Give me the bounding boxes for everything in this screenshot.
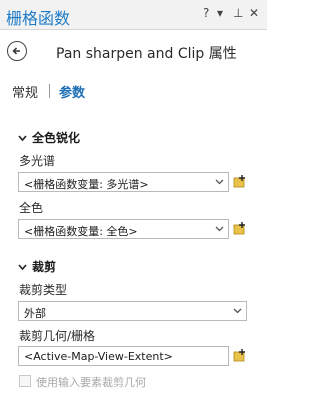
properties-header: Pan sharpen and Clip 属性 (0, 30, 267, 74)
tab-parameters[interactable]: 参数 (59, 82, 85, 101)
use-input-features-label: 使用输入要素裁剪几何 (36, 376, 146, 389)
multispectral-label: 多光谱 (19, 154, 56, 168)
chevron-down-icon (18, 260, 28, 274)
section-clip-title: 裁剪 (32, 260, 57, 274)
arrow-left-icon (12, 47, 20, 55)
tab-general[interactable]: 常规 (12, 82, 38, 101)
pin-icon[interactable]: ⊥ (233, 6, 243, 20)
section-clip[interactable]: 裁剪 (18, 258, 56, 275)
multispectral-value: <栅格函数变量: 多光谱> (24, 178, 149, 191)
use-input-features-checkbox[interactable] (19, 375, 31, 387)
clip-geometry-input[interactable]: <Active-Map-View-Extent> (18, 346, 229, 366)
chevron-down-icon (233, 308, 242, 314)
clip-type-label: 裁剪类型 (19, 283, 68, 297)
chevron-down-icon (18, 131, 28, 145)
pane-titlebar: 栅格函数 ? ▾ ⊥ ✕ (0, 0, 267, 30)
clip-type-select[interactable]: 外部 (18, 301, 247, 321)
add-variable-icon[interactable] (233, 221, 247, 235)
help-icon[interactable]: ? (203, 6, 209, 20)
clip-geometry-label: 裁剪几何/栅格 (19, 329, 96, 343)
pane-title: 栅格函数 (6, 9, 71, 28)
add-variable-icon[interactable] (233, 174, 247, 188)
multispectral-select[interactable]: <栅格函数变量: 多光谱> (18, 172, 229, 192)
add-variable-icon[interactable] (233, 348, 247, 362)
section-pansharpen-title: 全色锐化 (32, 131, 81, 145)
panchromatic-label: 全色 (19, 201, 44, 215)
tab-separator (49, 84, 50, 98)
page-title: Pan sharpen and Clip 属性 (56, 46, 237, 62)
chevron-down-icon (215, 179, 224, 185)
clip-geometry-value: <Active-Map-View-Extent> (24, 350, 173, 363)
back-button[interactable] (7, 41, 27, 61)
close-icon[interactable]: ✕ (249, 6, 259, 20)
panchromatic-select[interactable]: <栅格函数变量: 全色> (18, 219, 229, 239)
chevron-down-icon (215, 226, 224, 232)
clip-type-value: 外部 (24, 307, 46, 320)
menu-dropdown-icon[interactable]: ▾ (217, 6, 223, 20)
panchromatic-value: <栅格函数变量: 全色> (24, 225, 138, 238)
section-pansharpen[interactable]: 全色锐化 (18, 129, 80, 146)
